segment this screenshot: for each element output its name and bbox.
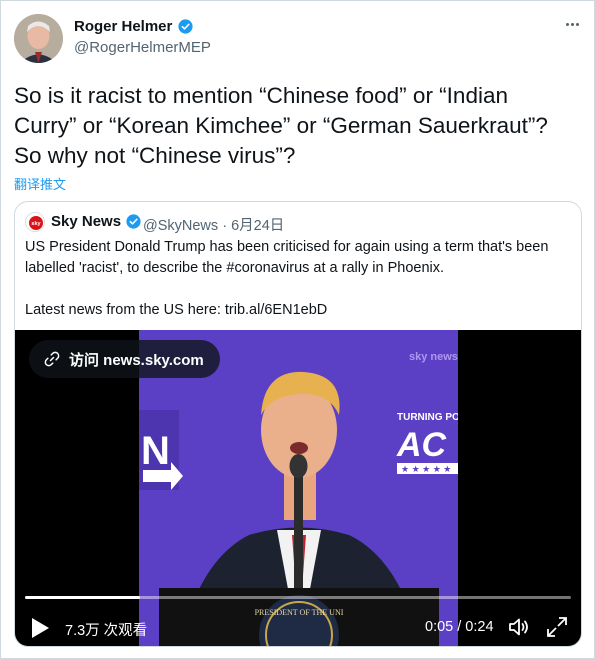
verified-badge-icon xyxy=(126,214,141,229)
sky-logo-text: sky xyxy=(31,221,41,227)
visit-site-button[interactable]: 访问 news.sky.com xyxy=(29,340,220,378)
quoted-meta: @SkyNews · 6月24日 xyxy=(143,214,284,235)
view-count: 7.3万 次观看 xyxy=(65,623,148,639)
translate-link[interactable]: 翻译推文 xyxy=(14,174,66,193)
more-options-icon[interactable] xyxy=(561,16,583,32)
play-icon[interactable] xyxy=(29,616,51,640)
quoted-date: 6月24日 xyxy=(231,218,285,234)
quoted-author-handle: @SkyNews xyxy=(143,218,219,234)
quoted-author-name: Sky News xyxy=(51,213,142,230)
banner-text: TURNING PO xyxy=(397,412,458,423)
video-progress xyxy=(25,596,140,599)
fullscreen-icon[interactable] xyxy=(545,615,569,639)
podium-seal-text: PRESIDENT OF THE UNI xyxy=(255,608,344,617)
sky-watermark: sky news xyxy=(409,351,458,363)
video-player[interactable]: N TURNING PO AC ★ ★ ★ ★ ★ sky news PRESI… xyxy=(15,330,581,646)
verified-badge-icon xyxy=(178,19,193,34)
banner-big-text: AC xyxy=(396,426,447,464)
tweet-card: Roger Helmer @RogerHelmerMEP So is it ra… xyxy=(0,0,595,659)
tweet-text: So is it racist to mention “Chinese food… xyxy=(14,83,548,168)
link-icon xyxy=(44,351,60,367)
svg-text:★ ★ ★ ★ ★: ★ ★ ★ ★ ★ xyxy=(401,464,451,474)
author-avatar[interactable] xyxy=(14,14,63,63)
video-time: 0:05 / 0:24 xyxy=(425,619,494,635)
quoted-tweet[interactable]: sky Sky News @SkyNews · 6月24日 US Preside… xyxy=(14,201,582,647)
quoted-text: US President Donald Trump has been criti… xyxy=(25,239,549,318)
left-banner-text: N xyxy=(141,429,170,473)
quoted-author-avatar: sky xyxy=(25,212,45,232)
author-name[interactable]: Roger Helmer xyxy=(74,18,194,35)
volume-icon[interactable] xyxy=(507,615,531,639)
meta-separator: · xyxy=(222,218,228,234)
video-scrubber[interactable] xyxy=(25,596,571,599)
visit-site-label: 访问 news.sky.com xyxy=(69,351,204,369)
author-handle[interactable]: @RogerHelmerMEP xyxy=(74,39,211,56)
